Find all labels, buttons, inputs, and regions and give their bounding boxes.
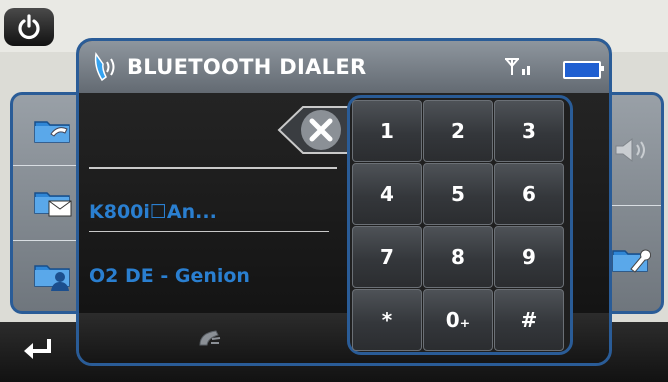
backspace-icon xyxy=(277,106,351,154)
mail-folder-icon xyxy=(33,192,71,217)
key-1[interactable]: 1 xyxy=(352,100,422,162)
battery-icon xyxy=(563,61,604,79)
speaker-icon xyxy=(615,137,645,163)
key-7[interactable]: 7 xyxy=(352,226,422,288)
power-button[interactable] xyxy=(4,8,54,46)
key-6[interactable]: 6 xyxy=(494,163,564,225)
number-underline xyxy=(89,167,337,169)
dialer-window: BLUETOOTH DIALER K800i☐An... O2 DE - Gen… xyxy=(76,38,612,366)
handset-icon xyxy=(199,330,221,346)
key-star[interactable]: * xyxy=(352,289,422,351)
window-title: BLUETOOTH DIALER xyxy=(127,55,367,79)
keypad: 1 2 3 4 5 6 7 8 9 * 0₊ # xyxy=(347,95,573,355)
key-3[interactable]: 3 xyxy=(494,100,564,162)
key-8[interactable]: 8 xyxy=(423,226,493,288)
key-5[interactable]: 5 xyxy=(423,163,493,225)
call-button[interactable] xyxy=(189,321,229,355)
backspace-button[interactable] xyxy=(275,103,353,157)
signal-icon xyxy=(505,58,530,75)
number-display[interactable] xyxy=(89,101,269,141)
key-4[interactable]: 4 xyxy=(352,163,422,225)
contact-divider xyxy=(89,231,329,232)
power-icon xyxy=(18,14,40,40)
wrench-folder-icon xyxy=(611,249,651,273)
key-0[interactable]: 0₊ xyxy=(423,289,493,351)
person-folder-icon xyxy=(33,265,70,291)
bluetooth-phone-icon xyxy=(94,52,115,82)
key-hash[interactable]: # xyxy=(494,289,564,351)
key-2[interactable]: 2 xyxy=(423,100,493,162)
key-9[interactable]: 9 xyxy=(494,226,564,288)
back-button[interactable] xyxy=(10,328,66,372)
contact-item[interactable]: K800i☐An... xyxy=(89,201,329,223)
phone-folder-icon xyxy=(33,121,70,143)
contact-item[interactable]: O2 DE - Genion xyxy=(89,265,329,287)
title-bar: BLUETOOTH DIALER xyxy=(79,41,609,93)
return-arrow-icon xyxy=(24,339,51,359)
